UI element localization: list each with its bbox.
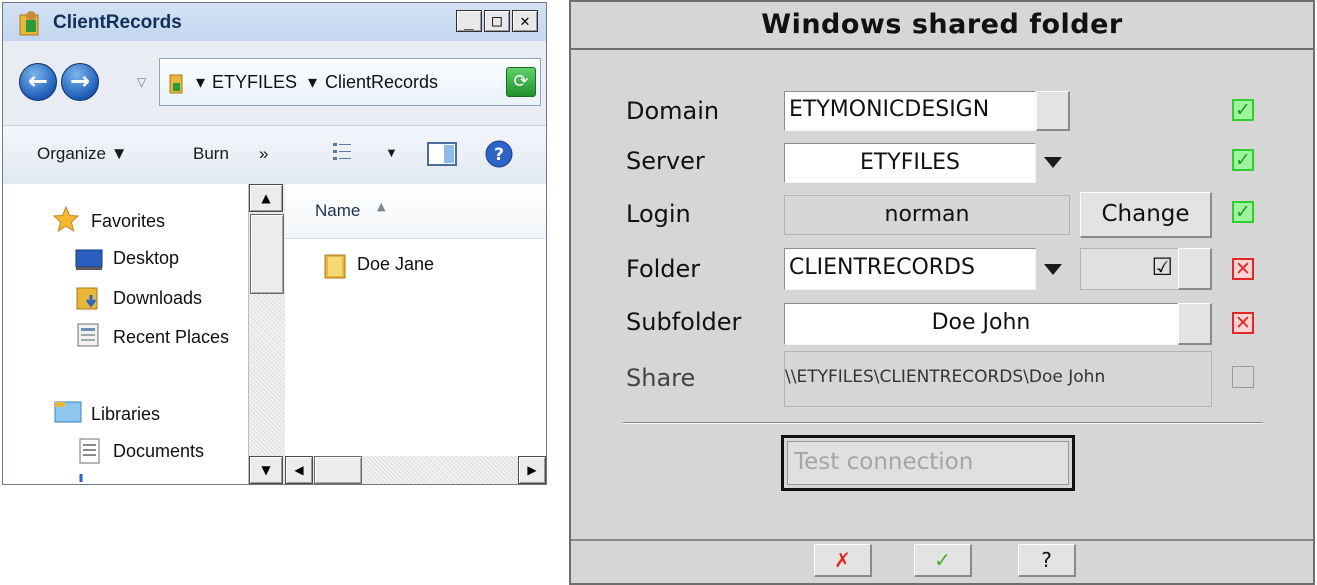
domain-picker-button[interactable]	[1036, 91, 1070, 131]
nav-vertical-scrollbar[interactable]: ▲ ▼	[248, 184, 284, 484]
domain-label: Domain	[626, 97, 720, 125]
server-status-icon: ✓	[1232, 149, 1254, 171]
subfolder-picker-button[interactable]	[1178, 303, 1212, 345]
content-pane: Name ▲ Doe Jane	[285, 184, 546, 484]
folder-icon	[324, 254, 346, 279]
share-label: Share	[626, 364, 696, 392]
explorer-window: ClientRecords _ □ ✕ ← → ▽ ▾ ETYFILES ▾ C…	[2, 2, 547, 485]
window-title: ClientRecords	[53, 12, 182, 33]
recent-places-icon	[77, 323, 99, 347]
server-label: Server	[626, 147, 705, 175]
dialog-footer: ✗ ✓ ?	[571, 539, 1313, 583]
column-name-label: Name	[315, 201, 361, 220]
login-status-icon: ✓	[1232, 201, 1254, 223]
test-connection-button[interactable]: Test connection	[781, 435, 1075, 491]
section-divider	[623, 422, 1263, 424]
folder-dropdown-icon[interactable]	[1044, 264, 1062, 275]
back-arrow-icon[interactable]: ←	[19, 63, 57, 101]
scroll-down-icon[interactable]: ▼	[249, 456, 283, 484]
breadcrumb-clientrecords[interactable]: ClientRecords	[325, 72, 438, 93]
list-item-label: Doe Jane	[357, 254, 435, 274]
address-bar[interactable]: ▾ ETYFILES ▾ ClientRecords ⟳	[159, 58, 541, 106]
window-controls: _ □ ✕	[456, 10, 538, 32]
nav-documents[interactable]: Documents	[113, 441, 204, 462]
shared-folder-dialog: Windows shared folder Domain ETYMONICDES…	[569, 0, 1315, 585]
explorer-title-bar[interactable]: ClientRecords _ □ ✕	[3, 3, 546, 41]
documents-icon	[79, 438, 100, 464]
libraries-icon	[54, 401, 82, 423]
navigation-pane: Favorites Desktop Downloads Recent Place…	[3, 184, 248, 484]
content-horizontal-scrollbar[interactable]: ◀ ▶	[285, 456, 546, 484]
breadcrumb-etyfiles[interactable]: ETYFILES	[212, 72, 297, 93]
forward-arrow-icon[interactable]: →	[61, 63, 99, 101]
domain-status-icon: ✓	[1232, 99, 1254, 121]
organize-menu[interactable]: Organize ▼	[37, 144, 128, 164]
horizontal-scroll-thumb[interactable]	[314, 456, 362, 484]
view-dropdown-icon[interactable]: ▼	[385, 145, 398, 160]
folder-status-icon: ✕	[1232, 258, 1254, 280]
star-icon	[53, 206, 79, 232]
change-login-button[interactable]: Change	[1080, 192, 1212, 238]
nav-favorites[interactable]: Favorites	[91, 211, 165, 232]
nav-libraries[interactable]: Libraries	[91, 404, 160, 425]
test-connection-label: Test connection	[794, 449, 974, 475]
ok-button[interactable]: ✓	[914, 544, 972, 577]
crumb-separator-icon[interactable]: ▾	[308, 72, 317, 93]
desktop-icon	[75, 249, 103, 270]
maximize-button[interactable]: □	[484, 10, 510, 32]
subfolder-status-icon: ✕	[1232, 312, 1254, 334]
downloads-folder-icon	[76, 287, 98, 310]
scroll-up-icon[interactable]: ▲	[249, 184, 283, 212]
explorer-toolbar: Organize ▼ Burn » ▼ ?	[3, 125, 546, 185]
refresh-icon[interactable]: ⟳	[506, 67, 536, 97]
scroll-right-icon[interactable]: ▶	[518, 456, 546, 484]
view-options-icon[interactable]	[331, 140, 353, 164]
user-folder-icon	[19, 11, 39, 36]
name-column-header[interactable]: Name ▲	[285, 184, 546, 239]
folder-field[interactable]: CLIENTRECORDS	[784, 248, 1036, 290]
dialog-title: Windows shared folder	[761, 9, 1123, 40]
login-label: Login	[626, 200, 691, 228]
server-field[interactable]: ETYFILES	[784, 143, 1036, 183]
scroll-left-icon[interactable]: ◀	[285, 456, 313, 484]
nav-recent-places[interactable]: Recent Places	[113, 327, 229, 348]
folder-label: Folder	[626, 255, 701, 283]
share-path-field: \\ETYFILES\CLIENTRECORDS\Doe John	[784, 351, 1212, 407]
share-status-icon	[1232, 366, 1254, 388]
cancel-button[interactable]: ✗	[814, 544, 872, 577]
chevron-down-icon: ▼	[110, 144, 128, 163]
crumb-separator-icon[interactable]: ▾	[196, 72, 205, 93]
server-dropdown-icon[interactable]	[1044, 157, 1062, 168]
burn-button[interactable]: Burn	[193, 144, 229, 164]
address-folder-icon	[169, 74, 183, 94]
subfolder-field[interactable]: Doe John	[784, 303, 1178, 345]
preview-pane-icon[interactable]	[427, 142, 457, 166]
close-button[interactable]: ✕	[512, 10, 538, 32]
nav-downloads[interactable]: Downloads	[113, 288, 202, 309]
help-button[interactable]: ?	[1018, 544, 1076, 577]
dialog-title-bar[interactable]: Windows shared folder	[571, 2, 1313, 50]
domain-field[interactable]: ETYMONICDESIGN	[784, 91, 1036, 131]
scroll-thumb[interactable]	[250, 214, 284, 294]
svg-text:?: ?	[494, 145, 504, 165]
login-field: norman	[784, 195, 1070, 235]
nav-desktop[interactable]: Desktop	[113, 248, 179, 269]
folder-picker-button[interactable]	[1178, 248, 1212, 290]
organize-label: Organize	[37, 144, 106, 163]
folder-checkbox[interactable]: ☑	[1080, 248, 1180, 290]
sort-ascending-icon: ▲	[377, 200, 386, 213]
help-icon[interactable]: ?	[484, 139, 514, 169]
minimize-button[interactable]: _	[456, 10, 482, 32]
subfolder-label: Subfolder	[626, 308, 742, 336]
address-row: ← → ▽ ▾ ETYFILES ▾ ClientRecords ⟳	[13, 50, 541, 118]
recent-pages-dropdown-icon[interactable]: ▽	[137, 75, 146, 89]
music-icon	[79, 474, 83, 482]
more-commands-button[interactable]: »	[259, 144, 268, 164]
